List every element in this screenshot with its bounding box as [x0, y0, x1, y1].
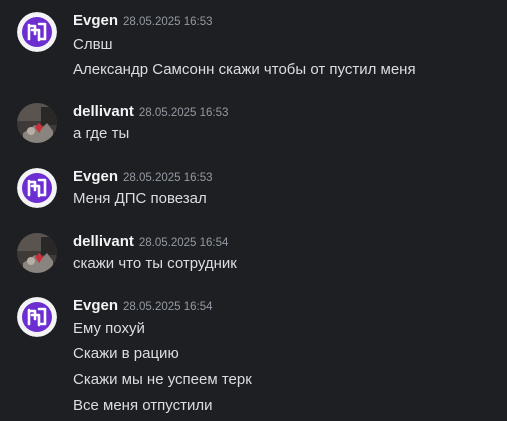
avatar[interactable]: [17, 103, 57, 143]
message-text: Скажи мы не успеем терк: [73, 371, 252, 388]
message-header: Evgen 28.05.2025 16:54: [73, 297, 213, 317]
message-text: Меня ДПС повезал: [73, 190, 207, 207]
photo-avatar-icon: [17, 103, 57, 143]
timestamp: 28.05.2025 16:54: [123, 301, 213, 313]
photo-avatar-icon: [17, 233, 57, 273]
avatar[interactable]: [17, 233, 57, 273]
timestamp: 28.05.2025 16:53: [123, 172, 213, 184]
logo-avatar-icon: [17, 12, 57, 52]
message-text: Ему похуй: [73, 320, 145, 337]
username[interactable]: Evgen: [73, 297, 118, 314]
logo-avatar-icon: [17, 297, 57, 337]
avatar[interactable]: [17, 12, 57, 52]
message-text: Александр Самсонн скажи чтобы от пустил …: [73, 61, 416, 78]
message-text: а где ты: [73, 125, 130, 142]
message-text: Скажи в рацию: [73, 345, 179, 362]
chat-message-list: Evgen 28.05.2025 16:53 Слвш Александр Сам…: [0, 0, 507, 421]
avatar[interactable]: [17, 297, 57, 337]
message-header: Evgen 28.05.2025 16:53: [73, 168, 213, 188]
username[interactable]: Evgen: [73, 168, 118, 185]
logo-avatar-icon: [17, 168, 57, 208]
avatar[interactable]: [17, 168, 57, 208]
message-header: dellivant 28.05.2025 16:54: [73, 233, 228, 253]
timestamp: 28.05.2025 16:54: [138, 237, 229, 249]
timestamp: 28.05.2025 16:53: [138, 107, 229, 119]
message-header: Evgen 28.05.2025 16:53: [73, 12, 213, 32]
message-text: скажи что ты сотрудник: [73, 255, 237, 272]
timestamp: 28.05.2025 16:53: [123, 16, 213, 28]
message-text: Все меня отпустили: [73, 397, 213, 414]
message-text: Слвш: [73, 36, 113, 53]
username[interactable]: Evgen: [73, 12, 118, 29]
message-header: dellivant 28.05.2025 16:53: [73, 103, 228, 123]
username[interactable]: dellivant: [73, 103, 134, 120]
username[interactable]: dellivant: [73, 233, 134, 250]
